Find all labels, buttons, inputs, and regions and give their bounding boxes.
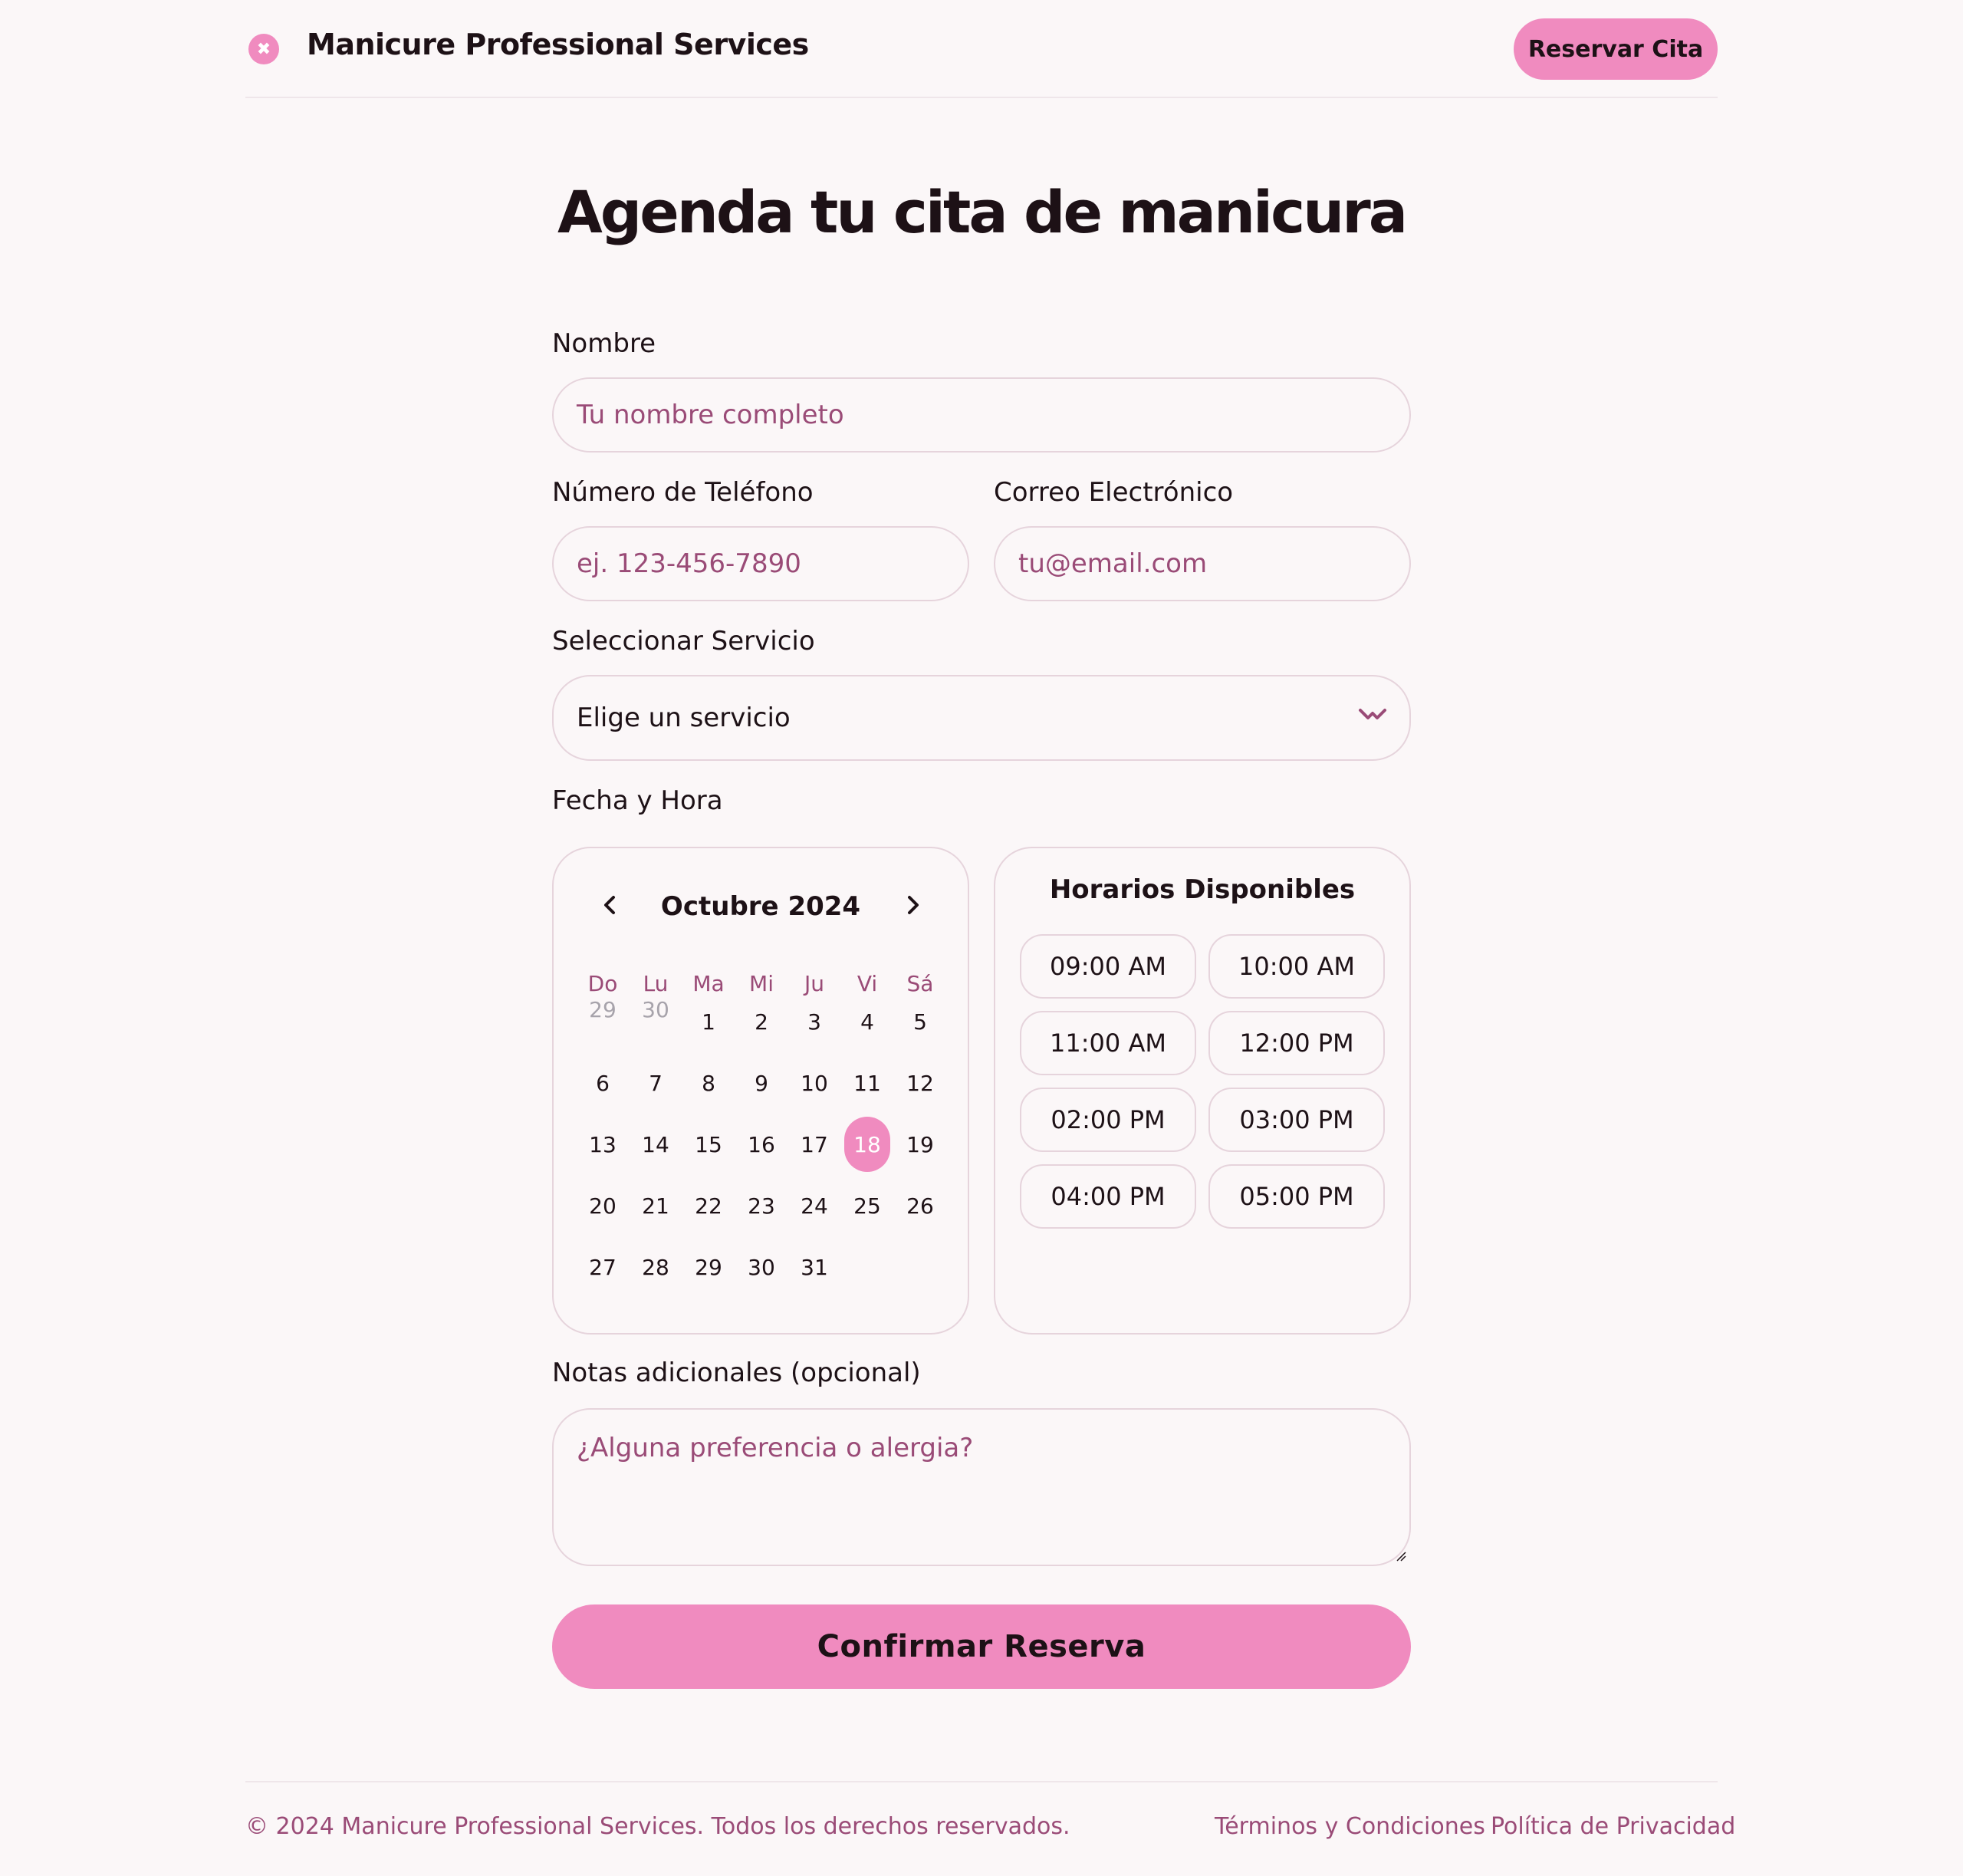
- weekday-header: Ma: [692, 971, 725, 996]
- resize-grip-icon[interactable]: [1394, 1549, 1406, 1562]
- time-slot-button[interactable]: 12:00 PM: [1208, 1011, 1385, 1075]
- calendar-day[interactable]: 19: [894, 1132, 946, 1157]
- calendar-day[interactable]: 28: [630, 1255, 682, 1280]
- calendar-day[interactable]: 21: [630, 1193, 682, 1219]
- brand-name: Manicure Professional Services: [307, 28, 809, 61]
- calendar-day[interactable]: 7: [630, 1071, 682, 1096]
- email-label: Correo Electrónico: [994, 477, 1234, 508]
- calendar-day[interactable]: 15: [682, 1132, 735, 1157]
- service-label: Seleccionar Servicio: [552, 626, 815, 657]
- calendar-day[interactable]: 24: [788, 1193, 840, 1219]
- time-slot-button[interactable]: 09:00 AM: [1020, 934, 1196, 999]
- calendar-day[interactable]: 10: [788, 1071, 840, 1096]
- name-input[interactable]: Tu nombre completo: [552, 377, 1411, 453]
- calendar-day[interactable]: 9: [735, 1071, 788, 1096]
- calendar-day[interactable]: 31: [788, 1255, 840, 1280]
- time-slot-button[interactable]: 03:00 PM: [1208, 1088, 1385, 1152]
- calendar-day[interactable]: 29: [682, 1255, 735, 1280]
- time-slots-panel: Horarios Disponibles 09:00 AM 10:00 AM 11:…: [994, 847, 1411, 1335]
- calendar-day[interactable]: 12: [894, 1071, 946, 1096]
- calendar-day-outside-month: 30: [642, 997, 669, 1022]
- calendar-day[interactable]: 26: [894, 1193, 946, 1219]
- calendar-day[interactable]: 13: [577, 1132, 629, 1157]
- phone-placeholder: ej. 123-456-7890: [577, 548, 801, 579]
- calendar-day[interactable]: 30: [735, 1255, 788, 1280]
- confirm-booking-button[interactable]: Confirmar Reserva: [552, 1604, 1411, 1689]
- time-slot-button[interactable]: 10:00 AM: [1208, 934, 1385, 999]
- weekday-header: Vi: [857, 971, 878, 996]
- calendar-day[interactable]: 27: [577, 1255, 629, 1280]
- time-slot-button[interactable]: 05:00 PM: [1208, 1164, 1385, 1229]
- weekday-header: Ju: [804, 971, 824, 996]
- calendar-day[interactable]: 11: [841, 1071, 893, 1096]
- book-appointment-button[interactable]: Reservar Cita: [1514, 18, 1718, 80]
- close-icon[interactable]: ✖: [248, 34, 279, 64]
- chevron-down-icon: [1359, 709, 1386, 719]
- time-slot-button[interactable]: 04:00 PM: [1020, 1164, 1196, 1229]
- weekday-header: Do: [587, 971, 618, 996]
- weekday-header: Mi: [749, 971, 774, 996]
- chevron-right-icon[interactable]: [897, 890, 928, 920]
- calendar-day[interactable]: 3: [788, 1009, 840, 1035]
- service-select[interactable]: Elige un servicio: [552, 675, 1411, 761]
- calendar-day[interactable]: 2: [735, 1009, 788, 1035]
- calendar-day[interactable]: 6: [577, 1071, 629, 1096]
- datetime-label: Fecha y Hora: [552, 785, 723, 816]
- name-label: Nombre: [552, 328, 656, 359]
- terms-link[interactable]: Términos y Condiciones: [1215, 1813, 1485, 1840]
- calendar-day[interactable]: 17: [788, 1132, 840, 1157]
- time-slot-button[interactable]: 02:00 PM: [1020, 1088, 1196, 1152]
- email-input[interactable]: tu@email.com: [994, 526, 1411, 601]
- notes-placeholder: ¿Alguna preferencia o alergia?: [577, 1433, 974, 1463]
- time-slots-title: Horarios Disponibles: [1049, 874, 1356, 905]
- calendar-day[interactable]: 25: [841, 1193, 893, 1219]
- privacy-link[interactable]: Política de Privacidad: [1491, 1813, 1735, 1840]
- weekday-header: Lu: [643, 971, 669, 996]
- calendar-day[interactable]: 1: [682, 1009, 735, 1035]
- calendar-day[interactable]: 8: [682, 1071, 735, 1096]
- service-select-value: Elige un servicio: [577, 703, 791, 733]
- phone-input[interactable]: ej. 123-456-7890: [552, 526, 969, 601]
- notes-label: Notas adicionales (opcional): [552, 1358, 921, 1388]
- email-placeholder: tu@email.com: [1018, 548, 1208, 579]
- calendar-day[interactable]: 5: [894, 1009, 946, 1035]
- calendar-day[interactable]: 16: [735, 1132, 788, 1157]
- calendar-day[interactable]: 4: [841, 1009, 893, 1035]
- calendar-day-outside-month: 29: [589, 997, 617, 1022]
- footer-copyright: © 2024 Manicure Professional Services. T…: [245, 1813, 1070, 1840]
- calendar-day[interactable]: 22: [682, 1193, 735, 1219]
- calendar-day[interactable]: 23: [735, 1193, 788, 1219]
- calendar: Octubre 2024 Do Lu Ma Mi Ju Vi Sá 29 30 1 2 3 4 5 6 7 8 9…: [552, 847, 969, 1335]
- phone-label: Número de Teléfono: [552, 477, 814, 508]
- notes-textarea[interactable]: ¿Alguna preferencia o alergia?: [552, 1408, 1411, 1566]
- time-slot-button[interactable]: 11:00 AM: [1020, 1011, 1196, 1075]
- page-title: Agenda tu cita de manicura: [557, 178, 1408, 246]
- weekday-header: Sá: [906, 971, 934, 996]
- calendar-day[interactable]: 14: [630, 1132, 682, 1157]
- calendar-day[interactable]: 20: [577, 1193, 629, 1219]
- calendar-day-selected[interactable]: 18: [844, 1117, 890, 1172]
- name-placeholder: Tu nombre completo: [577, 400, 844, 430]
- footer-divider: [245, 1781, 1718, 1782]
